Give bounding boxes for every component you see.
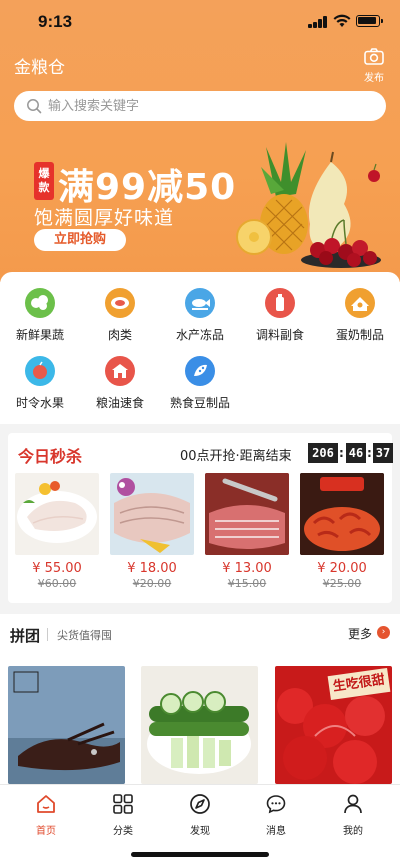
search-icon	[27, 99, 42, 114]
vegetable-icon	[25, 288, 55, 318]
flash-sale-section: 今日秒杀 00点开抢·距离结束 206 : 46 : 37 ¥ 55.00 ¥6…	[8, 433, 393, 603]
flash-sale-item[interactable]: ¥ 18.00 ¥20.00	[110, 473, 194, 590]
product-image	[110, 473, 194, 555]
tab-label: 消息	[266, 826, 286, 837]
flash-old-price: ¥15.00	[227, 577, 267, 590]
chevron-right-icon[interactable]: ›	[377, 626, 390, 639]
category-label: 调料副食	[255, 328, 304, 342]
category-item[interactable]: 粮油速食	[80, 356, 160, 411]
countdown-hours: 206	[308, 443, 338, 463]
hot-badge: 爆款	[34, 162, 54, 200]
flash-sale-title: 今日秒杀	[18, 447, 83, 466]
message-icon	[266, 795, 286, 814]
countdown-seconds: 37	[373, 443, 393, 463]
flash-old-price: ¥20.00	[132, 577, 172, 590]
grain-oil-icon	[105, 356, 135, 386]
group-buy-subtitle: 尖货值得囤	[57, 629, 112, 642]
search-input[interactable]	[48, 91, 368, 121]
category-label: 粮油速食	[95, 396, 144, 410]
category-label: 熟食豆制品	[169, 396, 230, 410]
status-time: 9:13	[38, 12, 73, 31]
flash-sale-item[interactable]: ¥ 55.00 ¥60.00	[15, 473, 99, 590]
category-item[interactable]: 调料副食	[240, 288, 320, 343]
status-bar: 9:13	[0, 0, 400, 44]
discover-icon	[190, 794, 210, 814]
countdown-minutes: 46	[346, 443, 366, 463]
divider	[47, 628, 48, 641]
group-product-card[interactable]	[8, 666, 125, 784]
category-label: 时令水果	[15, 396, 64, 410]
seasoning-icon	[265, 288, 295, 318]
category-item[interactable]: 熟食豆制品	[160, 356, 240, 411]
flash-sale-item[interactable]: ¥ 20.00 ¥25.00	[300, 473, 384, 590]
group-buy-title: 拼团	[10, 627, 41, 645]
tab-category[interactable]: 分类	[93, 793, 153, 837]
product-image	[205, 473, 289, 555]
fruit-icon	[25, 356, 55, 386]
category-item[interactable]: 时令水果	[0, 356, 80, 411]
category-item[interactable]: 水产冻品	[160, 288, 240, 343]
group-buy-section: 拼团 尖货值得囤 更多 › 生吃很甜	[0, 614, 400, 784]
deli-icon	[185, 356, 215, 386]
category-icon	[113, 794, 133, 814]
group-product-card[interactable]	[141, 666, 258, 784]
tab-label: 首页	[36, 826, 56, 837]
buy-now-button[interactable]: 立即抢购	[34, 229, 126, 251]
tab-discover[interactable]: 发现	[170, 793, 230, 837]
profile-icon	[344, 794, 362, 814]
more-link[interactable]: 更多	[348, 625, 372, 642]
publish-label: 发布	[364, 73, 384, 84]
fruit-illustration	[236, 142, 381, 268]
tab-label: 发现	[190, 826, 210, 837]
publish-button[interactable]: 发布	[360, 48, 388, 84]
flash-old-price: ¥60.00	[37, 577, 77, 590]
camera-icon	[364, 48, 384, 65]
category-grid: 新鲜果蔬 肉类 水产冻品 调料副食 蛋奶制品 时令水果 粮油速食 熟食豆制品	[0, 272, 400, 424]
flash-old-price: ¥25.00	[322, 577, 362, 590]
fish-icon	[185, 288, 215, 318]
flash-price: ¥ 18.00	[127, 561, 177, 576]
category-item[interactable]: 蛋奶制品	[320, 288, 400, 343]
product-image	[8, 666, 125, 784]
tab-label: 我的	[343, 826, 363, 837]
flash-price: ¥ 20.00	[317, 561, 367, 576]
category-label: 肉类	[107, 328, 132, 342]
signal-icon	[308, 16, 328, 28]
product-image	[300, 473, 384, 555]
wifi-icon	[333, 14, 351, 27]
egg-icon	[345, 288, 375, 318]
promo-subline: 饱满圆厚好味道	[34, 207, 175, 229]
meat-icon	[105, 288, 135, 318]
category-label: 蛋奶制品	[335, 328, 384, 342]
countdown-separator: :	[367, 446, 372, 460]
battery-icon	[356, 15, 383, 27]
category-item[interactable]: 新鲜果蔬	[0, 288, 80, 343]
tab-home[interactable]: 首页	[16, 793, 76, 837]
flash-price: ¥ 55.00	[32, 561, 82, 576]
flash-sale-item[interactable]: ¥ 13.00 ¥15.00	[205, 473, 289, 590]
category-item[interactable]: 肉类	[80, 288, 160, 343]
product-image	[15, 473, 99, 555]
category-label: 新鲜果蔬	[15, 328, 64, 342]
countdown-separator: :	[339, 446, 344, 460]
tab-label: 分类	[113, 826, 133, 837]
home-indicator	[131, 852, 269, 857]
search-bar[interactable]	[14, 91, 386, 121]
countdown-label: 00点开抢·距离结束	[180, 449, 292, 464]
flash-price: ¥ 13.00	[222, 561, 272, 576]
group-product-card[interactable]: 生吃很甜	[275, 666, 392, 784]
product-image	[141, 666, 258, 784]
tab-messages[interactable]: 消息	[246, 793, 306, 837]
home-icon	[37, 795, 55, 813]
tab-profile[interactable]: 我的	[323, 793, 383, 837]
category-label: 水产冻品	[175, 328, 224, 342]
app-title: 金粮仓	[14, 58, 65, 78]
